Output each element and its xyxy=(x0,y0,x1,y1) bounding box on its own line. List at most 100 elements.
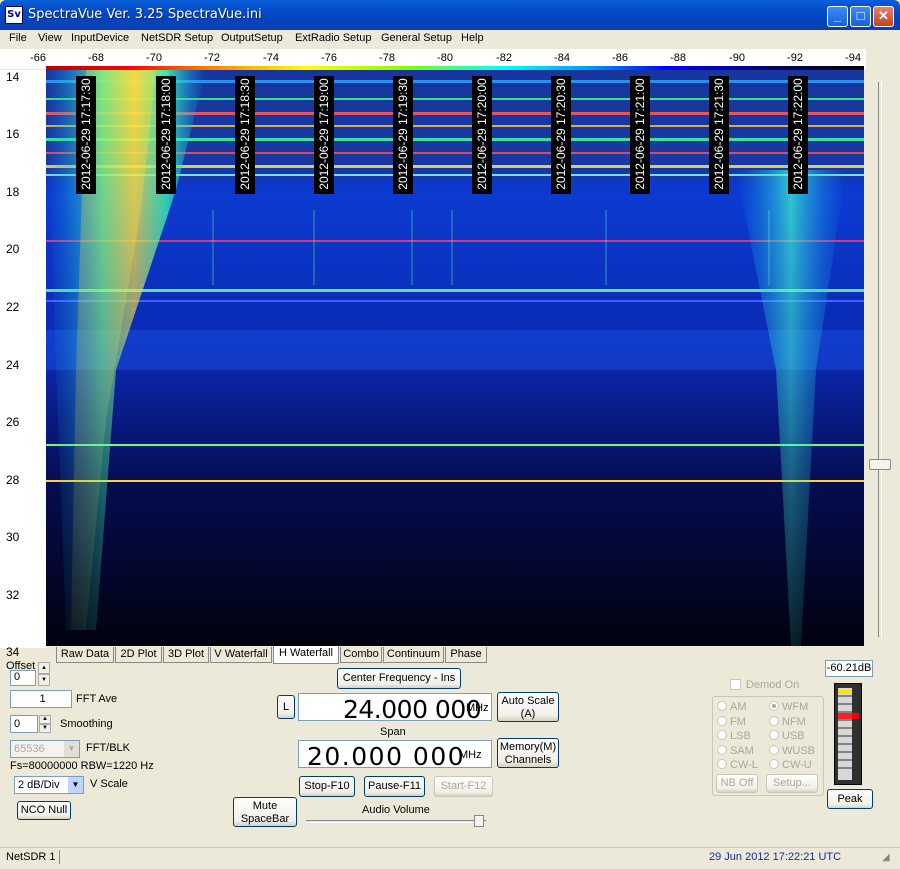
menu-file[interactable]: File xyxy=(9,32,27,44)
span-value: 20.000 000 xyxy=(307,742,466,771)
offset-spin-down[interactable]: ▼ xyxy=(38,674,50,686)
freq-tick: -88 xyxy=(670,52,686,64)
time-tick: 30 xyxy=(6,530,20,544)
freq-tick: -70 xyxy=(146,52,162,64)
timestamp-label: 2012-06-29 17:18:30 xyxy=(235,76,255,194)
timestamp-label: 2012-06-29 17:22:00 xyxy=(788,76,808,194)
menu-inputdevice[interactable]: InputDevice xyxy=(71,32,129,44)
tab-continuum[interactable]: Continuum xyxy=(383,647,444,663)
nb-off-button[interactable]: NB Off xyxy=(716,774,758,793)
tab-3d-plot[interactable]: 3D Plot xyxy=(163,647,209,663)
audio-volume-thumb[interactable] xyxy=(474,815,484,827)
center-frequency-unit: MHz xyxy=(466,702,489,714)
timestamp-label: 2012-06-29 17:18:00 xyxy=(156,76,176,194)
mode-cwu-radio[interactable]: CW-U xyxy=(769,759,812,771)
time-tick: 18 xyxy=(6,185,20,199)
tab-2d-plot[interactable]: 2D Plot xyxy=(115,647,162,663)
maximize-button[interactable]: □ xyxy=(850,6,871,27)
menu-extradio-setup[interactable]: ExtRadio Setup xyxy=(295,32,371,44)
timestamp-label: 2012-06-29 17:19:30 xyxy=(393,76,413,194)
timestamp-label: 2012-06-29 17:21:30 xyxy=(709,76,729,194)
timestamp-label: 2012-06-29 17:19:00 xyxy=(314,76,334,194)
timestamp-label: 2012-06-29 17:21:00 xyxy=(630,76,650,194)
sample-rate-info: Fs=80000000 RBW=1220 Hz xyxy=(10,760,154,772)
offset-spin-up[interactable]: ▲ xyxy=(38,662,50,674)
mode-nfm-radio[interactable]: NFM xyxy=(769,716,806,728)
span-display[interactable]: 20.000 000 MHz xyxy=(298,740,492,771)
offset-field[interactable]: 0 xyxy=(10,670,36,686)
fft-blk-label: FFT/BLK xyxy=(86,742,131,754)
memory-channels-button[interactable]: Memory(M) Channels xyxy=(497,738,559,768)
fft-ave-field[interactable]: 1 xyxy=(10,690,72,708)
peak-readout: -60.21dB xyxy=(825,660,873,677)
stop-button[interactable]: Stop-F10 xyxy=(299,776,355,797)
lock-button[interactable]: L xyxy=(277,695,295,719)
range-slider-track[interactable] xyxy=(878,82,882,637)
resize-grip-icon[interactable]: ◢ xyxy=(882,852,896,866)
menu-netsdr-setup[interactable]: NetSDR Setup xyxy=(141,32,213,44)
mode-am-radio[interactable]: AM xyxy=(717,701,747,713)
freq-tick: -76 xyxy=(321,52,337,64)
mode-sam-radio[interactable]: SAM xyxy=(717,745,754,757)
minimize-button[interactable]: _ xyxy=(827,6,848,27)
auto-scale-button[interactable]: Auto Scale (A) xyxy=(497,692,559,722)
smoothing-label: Smoothing xyxy=(60,718,113,730)
tab-phase[interactable]: Phase xyxy=(445,647,487,663)
mode-wusb-radio[interactable]: WUSB xyxy=(769,745,815,757)
freq-tick: -80 xyxy=(437,52,453,64)
time-tick: 16 xyxy=(6,127,20,141)
freq-tick: -66 xyxy=(30,52,46,64)
center-frequency-button[interactable]: Center Frequency - Ins xyxy=(337,668,461,689)
chevron-down-icon[interactable]: ▼ xyxy=(64,741,79,757)
span-unit: MHz xyxy=(459,749,482,761)
tab-h-waterfall[interactable]: H Waterfall xyxy=(273,646,339,664)
freq-tick: -94 xyxy=(845,52,861,64)
freq-tick: -82 xyxy=(496,52,512,64)
pause-button[interactable]: Pause-F11 xyxy=(364,776,425,797)
freq-tick: -92 xyxy=(787,52,803,64)
demod-on-label: Demod On xyxy=(746,679,800,691)
app-icon[interactable]: Sv xyxy=(5,6,23,24)
status-device: NetSDR 1 xyxy=(6,851,56,863)
freq-tick: -84 xyxy=(554,52,570,64)
menu-view[interactable]: View xyxy=(38,32,62,44)
smoothing-spin-up[interactable]: ▲ xyxy=(39,715,51,724)
smoothing-field[interactable]: 0 xyxy=(10,715,38,733)
audio-volume-track[interactable] xyxy=(306,820,486,823)
span-label: Span xyxy=(380,726,406,738)
freq-tick: -68 xyxy=(88,52,104,64)
setup-button[interactable]: Setup... xyxy=(766,774,818,793)
timestamp-label: 2012-06-29 17:20:00 xyxy=(472,76,492,194)
time-tick: 20 xyxy=(6,242,20,256)
range-slider-thumb[interactable] xyxy=(869,459,891,470)
mode-lsb-radio[interactable]: LSB xyxy=(717,730,751,742)
menu-general-setup[interactable]: General Setup xyxy=(381,32,452,44)
tab-combo[interactable]: Combo xyxy=(340,647,382,663)
freq-tick: -72 xyxy=(204,52,220,64)
center-frequency-display[interactable]: 24.000 000 MHz xyxy=(298,693,492,724)
signal-meter-bars xyxy=(838,688,859,780)
mode-cwl-radio[interactable]: CW-L xyxy=(717,759,758,771)
start-button[interactable]: Start-F12 xyxy=(434,776,493,797)
mute-button[interactable]: Mute SpaceBar xyxy=(233,797,297,827)
mode-fm-radio[interactable]: FM xyxy=(717,716,746,728)
demod-on-checkbox[interactable] xyxy=(730,679,741,690)
chevron-down-icon[interactable]: ▼ xyxy=(68,777,83,793)
tab-raw-data[interactable]: Raw Data xyxy=(56,647,114,663)
menu-help[interactable]: Help xyxy=(461,32,484,44)
mode-wfm-radio[interactable]: WFM xyxy=(769,701,808,713)
center-frequency-value: 24.000 000 xyxy=(343,695,482,724)
smoothing-spin-down[interactable]: ▼ xyxy=(39,724,51,733)
vscale-label: V Scale xyxy=(90,778,128,790)
timestamp-label: 2012-06-29 17:17:30 xyxy=(76,76,96,194)
freq-tick: -74 xyxy=(263,52,279,64)
nco-null-button[interactable]: NCO Null xyxy=(17,801,71,820)
status-datetime: 29 Jun 2012 17:22:21 UTC xyxy=(709,851,842,863)
freq-tick: -90 xyxy=(729,52,745,64)
menu-outputsetup[interactable]: OutputSetup xyxy=(221,32,283,44)
peak-button[interactable]: Peak xyxy=(827,789,873,809)
mode-usb-radio[interactable]: USB xyxy=(769,730,805,742)
tab-v-waterfall[interactable]: V Waterfall xyxy=(210,647,272,663)
close-button[interactable]: ✕ xyxy=(873,6,894,27)
time-tick: 24 xyxy=(6,358,20,372)
